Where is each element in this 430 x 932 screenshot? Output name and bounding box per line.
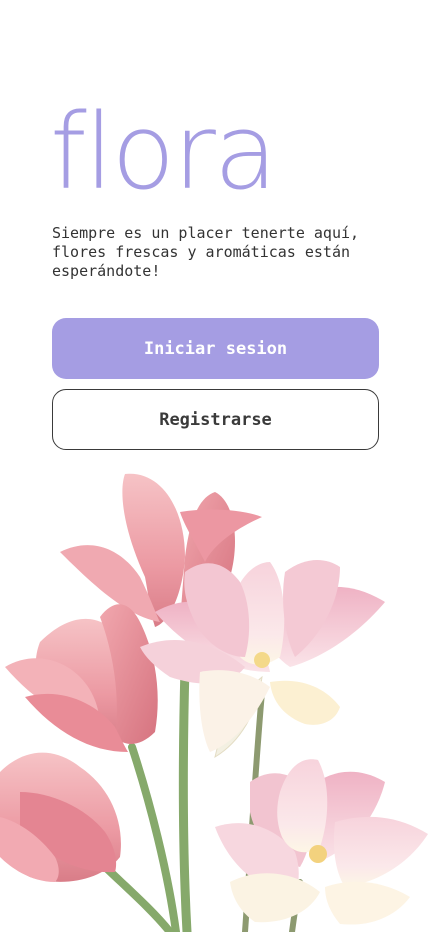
login-button[interactable]: Iniciar sesion (52, 318, 379, 379)
welcome-tagline: Siempre es un placer tenerte aquí, flore… (52, 224, 360, 280)
welcome-screen: flora Siempre es un placer tenerte aquí,… (0, 0, 430, 932)
login-button-label: Iniciar sesion (143, 338, 288, 359)
register-button[interactable]: Registrarse (52, 389, 379, 450)
register-button-label: Registrarse (159, 409, 272, 430)
app-logo: flora (50, 91, 278, 213)
lotus-bottom (215, 759, 428, 925)
flower-bouquet-illustration (0, 473, 428, 932)
tulip-left (5, 604, 158, 752)
tulip-bottom (0, 752, 121, 882)
